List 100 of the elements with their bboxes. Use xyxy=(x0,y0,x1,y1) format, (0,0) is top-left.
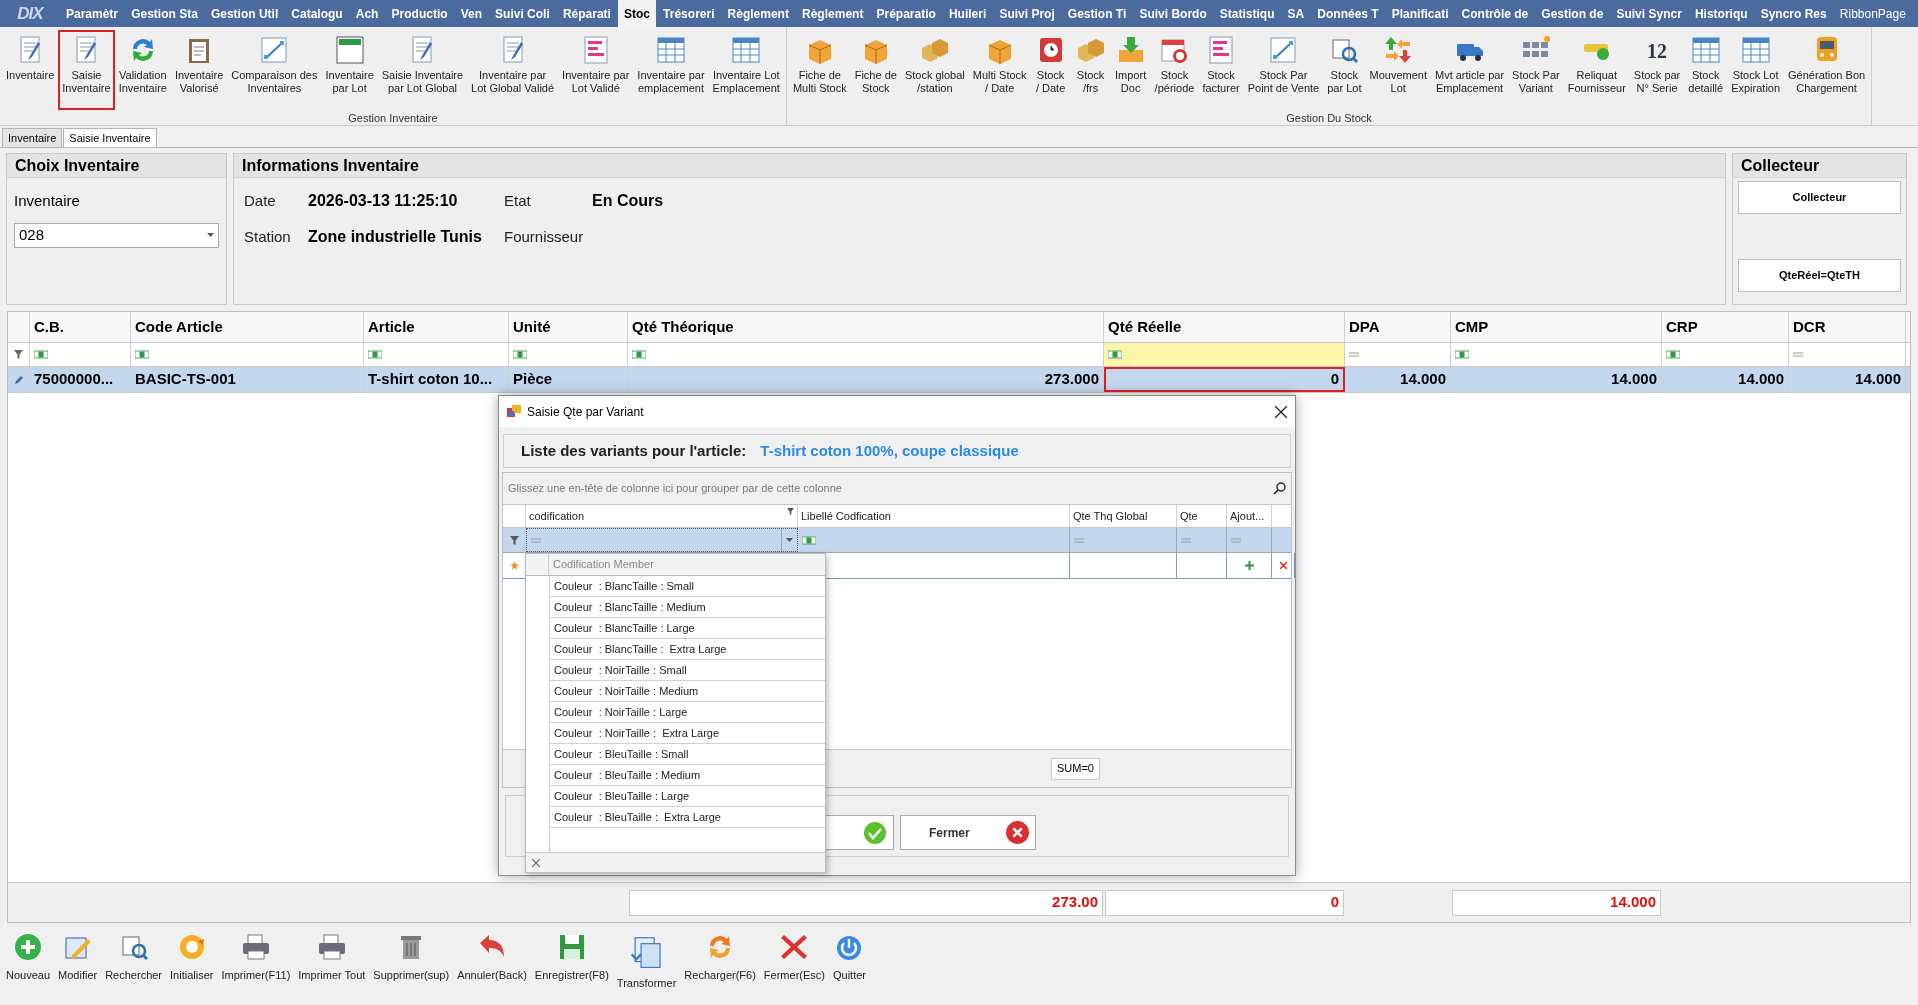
ribbon-button[interactable]: Validation Inventaire xyxy=(114,30,171,110)
ribbon-button[interactable]: Multi Stock / Date xyxy=(968,30,1031,110)
toolbar-button[interactable]: Nouveau xyxy=(2,931,55,984)
column-header[interactable]: DPA xyxy=(1345,312,1451,342)
dropdown-item[interactable]: Couleur : NoirTaille : Medium xyxy=(550,681,825,702)
ribbon-button[interactable]: Comparaison des Inventaires xyxy=(227,30,322,110)
menu-tab[interactable]: Stoc xyxy=(618,0,656,27)
ribbon-button[interactable]: Stock facturer xyxy=(1198,30,1244,110)
menu-tab[interactable]: Règlement xyxy=(796,0,870,27)
toolbar-button[interactable]: Rechercher xyxy=(101,931,167,984)
filter-combo[interactable] xyxy=(526,528,798,552)
menu-tab[interactable]: Suivi Coli xyxy=(489,0,556,27)
dropdown-item[interactable]: Couleur : BlancTaille : Extra Large xyxy=(550,639,825,660)
dropdown-item[interactable]: Couleur : BlancTaille : Medium xyxy=(550,597,825,618)
toolbar-button[interactable]: Modifier xyxy=(54,931,102,984)
ribbon-button[interactable]: Mvt article par Emplacement xyxy=(1430,30,1509,110)
menu-tab[interactable]: Productio xyxy=(385,0,454,27)
filter-cell[interactable] xyxy=(1104,343,1345,366)
filter-icon[interactable] xyxy=(787,508,794,515)
ribbon-button[interactable]: Fiche de Stock xyxy=(850,30,901,110)
ribbon-button[interactable]: Saisie Inventaire par Lot Global xyxy=(377,30,468,110)
ribbon-button[interactable]: 12 Stock par N° Serie xyxy=(1629,30,1685,110)
column-header[interactable]: Qte xyxy=(1177,505,1227,527)
column-header[interactable]: Code Article xyxy=(131,312,364,342)
toolbar-button[interactable]: Supprimer(sup) xyxy=(369,931,454,984)
menu-tab[interactable]: Paramètr xyxy=(60,0,125,27)
ribbon-button[interactable]: Inventaire par Lot xyxy=(321,30,378,110)
close-icon[interactable] xyxy=(1275,405,1287,418)
ribbon-button[interactable]: Stock detaillé xyxy=(1684,30,1728,110)
ribbon-button[interactable]: Inventaire Lot Emplacement xyxy=(708,30,784,110)
menu-tab[interactable]: Gestion Ti xyxy=(1061,0,1133,27)
toolbar-button[interactable]: Imprimer Tout xyxy=(294,931,370,984)
column-header[interactable]: DCR xyxy=(1789,312,1906,342)
toolbar-button[interactable]: Transformer xyxy=(612,931,681,992)
tab[interactable]: Saisie Inventaire xyxy=(63,128,157,147)
column-header[interactable]: Qté Réelle xyxy=(1104,312,1345,342)
ribbon-button[interactable]: Mouvement Lot xyxy=(1365,30,1431,110)
toolbar-button[interactable]: Fermer(Esc) xyxy=(759,931,829,984)
ribbon-button[interactable]: Stock Lot Expiration xyxy=(1727,30,1785,110)
ribbon-button[interactable]: Reliquat Fournisseur xyxy=(1563,30,1630,110)
menu-tab[interactable]: Huileri xyxy=(942,0,993,27)
ribbon-button[interactable]: Stock /frs xyxy=(1070,30,1111,110)
menu-tab[interactable]: Gestion Util xyxy=(204,0,285,27)
ribbon-button[interactable]: Stock par Lot xyxy=(1323,30,1366,110)
menu-tab[interactable]: Trésoreri xyxy=(657,0,721,27)
menu-tab[interactable]: Ven xyxy=(454,0,488,27)
ribbon-button[interactable]: Inventaire xyxy=(2,30,59,110)
delete-icon[interactable] xyxy=(1279,562,1287,569)
menu-tab[interactable]: SA xyxy=(1281,0,1311,27)
menu-tab[interactable]: Suivi Bordo xyxy=(1133,0,1213,27)
ribbon-button[interactable]: Stock /période xyxy=(1150,30,1199,110)
column-header[interactable]: Qte Thq Global xyxy=(1070,505,1177,527)
close-button[interactable]: Fermer xyxy=(900,815,1036,850)
ribbon-button[interactable]: Stock Par Point de Vente xyxy=(1243,30,1324,110)
menu-tab[interactable]: Syncro Res xyxy=(1754,0,1833,27)
toolbar-button[interactable]: Imprimer(F11) xyxy=(217,931,295,984)
menu-tab[interactable]: Suivi Proj xyxy=(993,0,1061,27)
dropdown-item[interactable]: Couleur : NoirTaille : Large xyxy=(550,702,825,723)
dropdown-item[interactable]: Couleur : NoirTaille : Extra Large xyxy=(550,723,825,744)
inventaire-combo[interactable]: 028 xyxy=(14,222,219,248)
menu-tab[interactable]: Réparati xyxy=(556,0,617,27)
column-header[interactable]: C.B. xyxy=(30,312,131,342)
menu-tab[interactable]: Contrôle de xyxy=(1455,0,1535,27)
ribbon-button[interactable]: Génération Bon Chargement xyxy=(1784,30,1870,110)
dropdown-item[interactable]: Couleur : BleuTaille : Large xyxy=(550,786,825,807)
ribbon-button[interactable]: Stock global /station xyxy=(900,30,969,110)
tab[interactable]: Inventaire xyxy=(2,128,63,147)
column-header[interactable]: codification xyxy=(526,505,798,527)
menu-tab[interactable]: RibbonPage xyxy=(1833,0,1912,27)
toolbar-button[interactable]: Enregistrer(F8) xyxy=(530,931,613,984)
menu-tab[interactable]: Gestion Sta xyxy=(125,0,204,27)
menu-tab[interactable]: Planificati xyxy=(1385,0,1455,27)
column-header[interactable]: Ajout... xyxy=(1227,505,1272,527)
toolbar-button[interactable]: Annuler(Back) xyxy=(453,931,531,984)
collecteur-button[interactable]: Collecteur xyxy=(1738,181,1901,214)
toolbar-button[interactable]: Quitter xyxy=(828,931,870,984)
dropdown-item[interactable]: Couleur : BleuTaille : Medium xyxy=(550,765,825,786)
search-icon[interactable] xyxy=(1273,482,1286,495)
ribbon-button[interactable]: Saisie Inventaire xyxy=(58,30,115,110)
column-header[interactable]: CMP xyxy=(1451,312,1662,342)
menu-tab[interactable]: Règlement xyxy=(721,0,795,27)
ribbon-button[interactable]: Import Doc xyxy=(1110,30,1151,110)
menu-tab[interactable]: Gestion de xyxy=(1535,0,1610,27)
menu-tab[interactable]: Catalogu xyxy=(285,0,349,27)
menu-tab[interactable]: Ach xyxy=(349,0,385,27)
table-row[interactable]: 75000000... BASIC-TS-001 T-shirt coton 10... Pièce 273.000 0 14.000 14.000 14.000 14.000 xyxy=(8,367,1910,393)
dropdown-item[interactable]: Couleur : NoirTaille : Small xyxy=(550,660,825,681)
column-header[interactable]: Qté Théorique xyxy=(628,312,1104,342)
add-icon[interactable] xyxy=(1244,561,1254,570)
ribbon-button[interactable]: Stock / Date xyxy=(1030,30,1071,110)
column-header[interactable]: Unité xyxy=(509,312,628,342)
collecteur-button[interactable]: QteRéel=QteTH xyxy=(1738,259,1901,292)
ribbon-button[interactable]: Inventaire par emplacement xyxy=(633,30,709,110)
dropdown-item[interactable]: Couleur : BleuTaille : Extra Large xyxy=(550,807,825,828)
menu-tab[interactable]: Préparatio xyxy=(870,0,942,27)
ribbon-button[interactable]: Inventaire par Lot Validé xyxy=(558,30,634,110)
ribbon-button[interactable]: Inventaire Valorisé xyxy=(170,30,228,110)
toolbar-button[interactable]: Recharger(F6) xyxy=(680,931,760,984)
toolbar-button[interactable]: Initialiser xyxy=(166,931,218,984)
dropdown-item[interactable]: Couleur : BlancTaille : Large xyxy=(550,618,825,639)
